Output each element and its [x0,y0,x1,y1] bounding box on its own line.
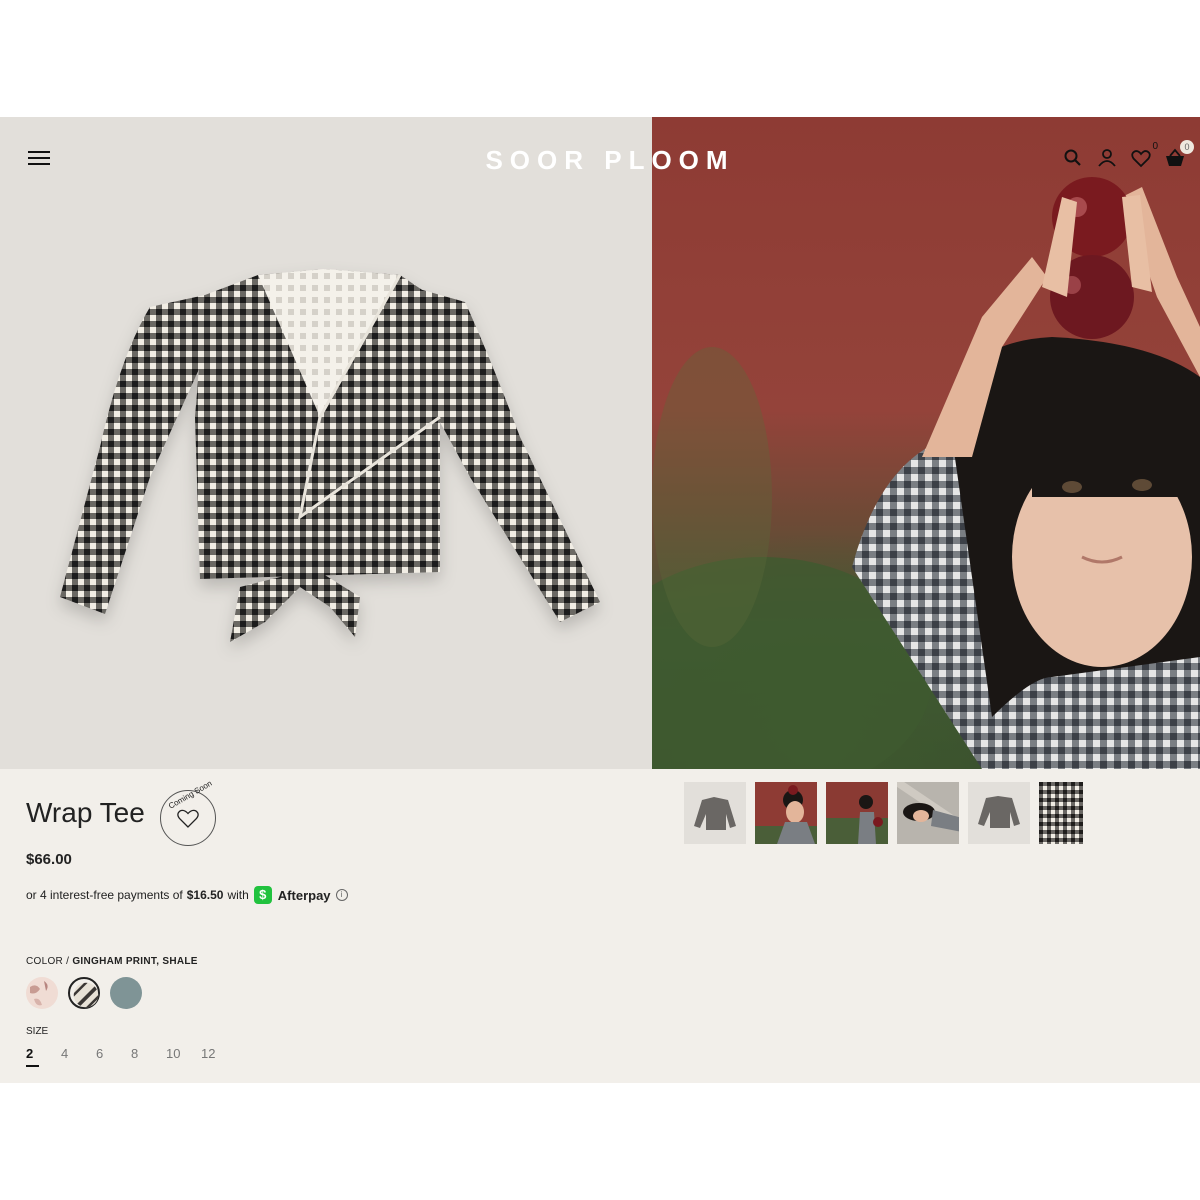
afterpay-message: or 4 interest-free payments of $16.50 wi… [26,886,348,904]
swatch-gingham-shale[interactable] [68,977,100,1009]
color-label: COLOR / GINGHAM PRINT, SHALE [26,956,198,967]
thumbnail-strip [684,782,1083,844]
user-icon [1098,149,1116,167]
afterpay-amount: $16.50 [186,888,224,902]
afterpay-prefix: or 4 interest-free payments of [26,888,183,902]
size-value: 2 [26,1046,40,1067]
hero-image-flatlay[interactable] [0,117,652,769]
swatch-slate-blue[interactable] [110,977,142,1009]
thumbnail-gingham-detail[interactable] [1039,782,1083,844]
size-option-8[interactable]: 8 [131,1046,166,1071]
hamburger-icon-line [28,163,50,165]
swatch-pattern [73,982,99,1008]
thumbnail-image [1039,782,1083,844]
size-option-6[interactable]: 6 [96,1046,131,1071]
size-option-10[interactable]: 10 [166,1046,201,1071]
hamburger-icon [28,151,50,153]
hero-gallery: SOOR PLOOM 0 0 [0,117,1200,769]
thumbnail-image [755,782,817,844]
product-price: $66.00 [26,851,72,868]
thumbnail-image [897,782,959,844]
size-option-12[interactable]: 12 [201,1046,236,1071]
wishlist-count: 0 [1152,141,1158,152]
wrap-tee-flatlay-illustration [60,269,600,642]
add-to-wishlist-button[interactable]: Coming Soon [160,779,216,846]
thumbnail-model-apples[interactable] [755,782,817,844]
search-button[interactable] [1062,147,1084,169]
thumbnail-model-standing[interactable] [826,782,888,844]
heart-icon [1131,150,1151,168]
size-options: 2 4 6 8 10 12 [26,1046,236,1071]
color-label-prefix: COLOR / [26,956,70,967]
size-option-4[interactable]: 4 [61,1046,96,1071]
account-button[interactable] [1096,147,1118,169]
size-option-2[interactable]: 2 [26,1046,61,1071]
swatch-pink-floral[interactable] [26,977,58,1009]
model-with-apples-illustration [652,177,1200,769]
thumbnail-model-lying[interactable] [897,782,959,844]
product-page: SOOR PLOOM 0 0 Wrap Tee Coming Soon $66.… [0,117,1200,1083]
size-label: SIZE [26,1026,49,1037]
thumbnail-image [684,782,746,844]
cart-count: 0 [1180,140,1194,154]
color-swatches [26,977,142,1009]
afterpay-logo-icon: $ [253,886,272,904]
info-icon[interactable]: i [335,889,348,901]
brand-logo[interactable]: SOOR PLOOM [480,145,740,176]
swatch-fill [110,977,142,1009]
product-title: Wrap Tee [26,797,145,828]
menu-hamburger-button[interactable] [28,151,52,169]
cart-button[interactable]: 0 [1164,140,1194,169]
wishlist-button[interactable]: 0 [1130,141,1158,169]
thumbnail-image [968,782,1030,844]
selected-color-name: GINGHAM PRINT, SHALE [72,956,198,967]
afterpay-provider: Afterpay [277,887,331,903]
header-actions: 0 0 [1062,140,1194,169]
thumbnail-flatlay-back[interactable] [968,782,1030,844]
search-icon [1064,149,1081,166]
thumbnail-image [826,782,888,844]
thumbnail-flatlay-front[interactable] [684,782,746,844]
hero-image-model[interactable] [652,117,1200,769]
swatch-pattern [26,977,58,1009]
afterpay-with: with [227,888,249,902]
hamburger-icon-line [28,157,50,159]
